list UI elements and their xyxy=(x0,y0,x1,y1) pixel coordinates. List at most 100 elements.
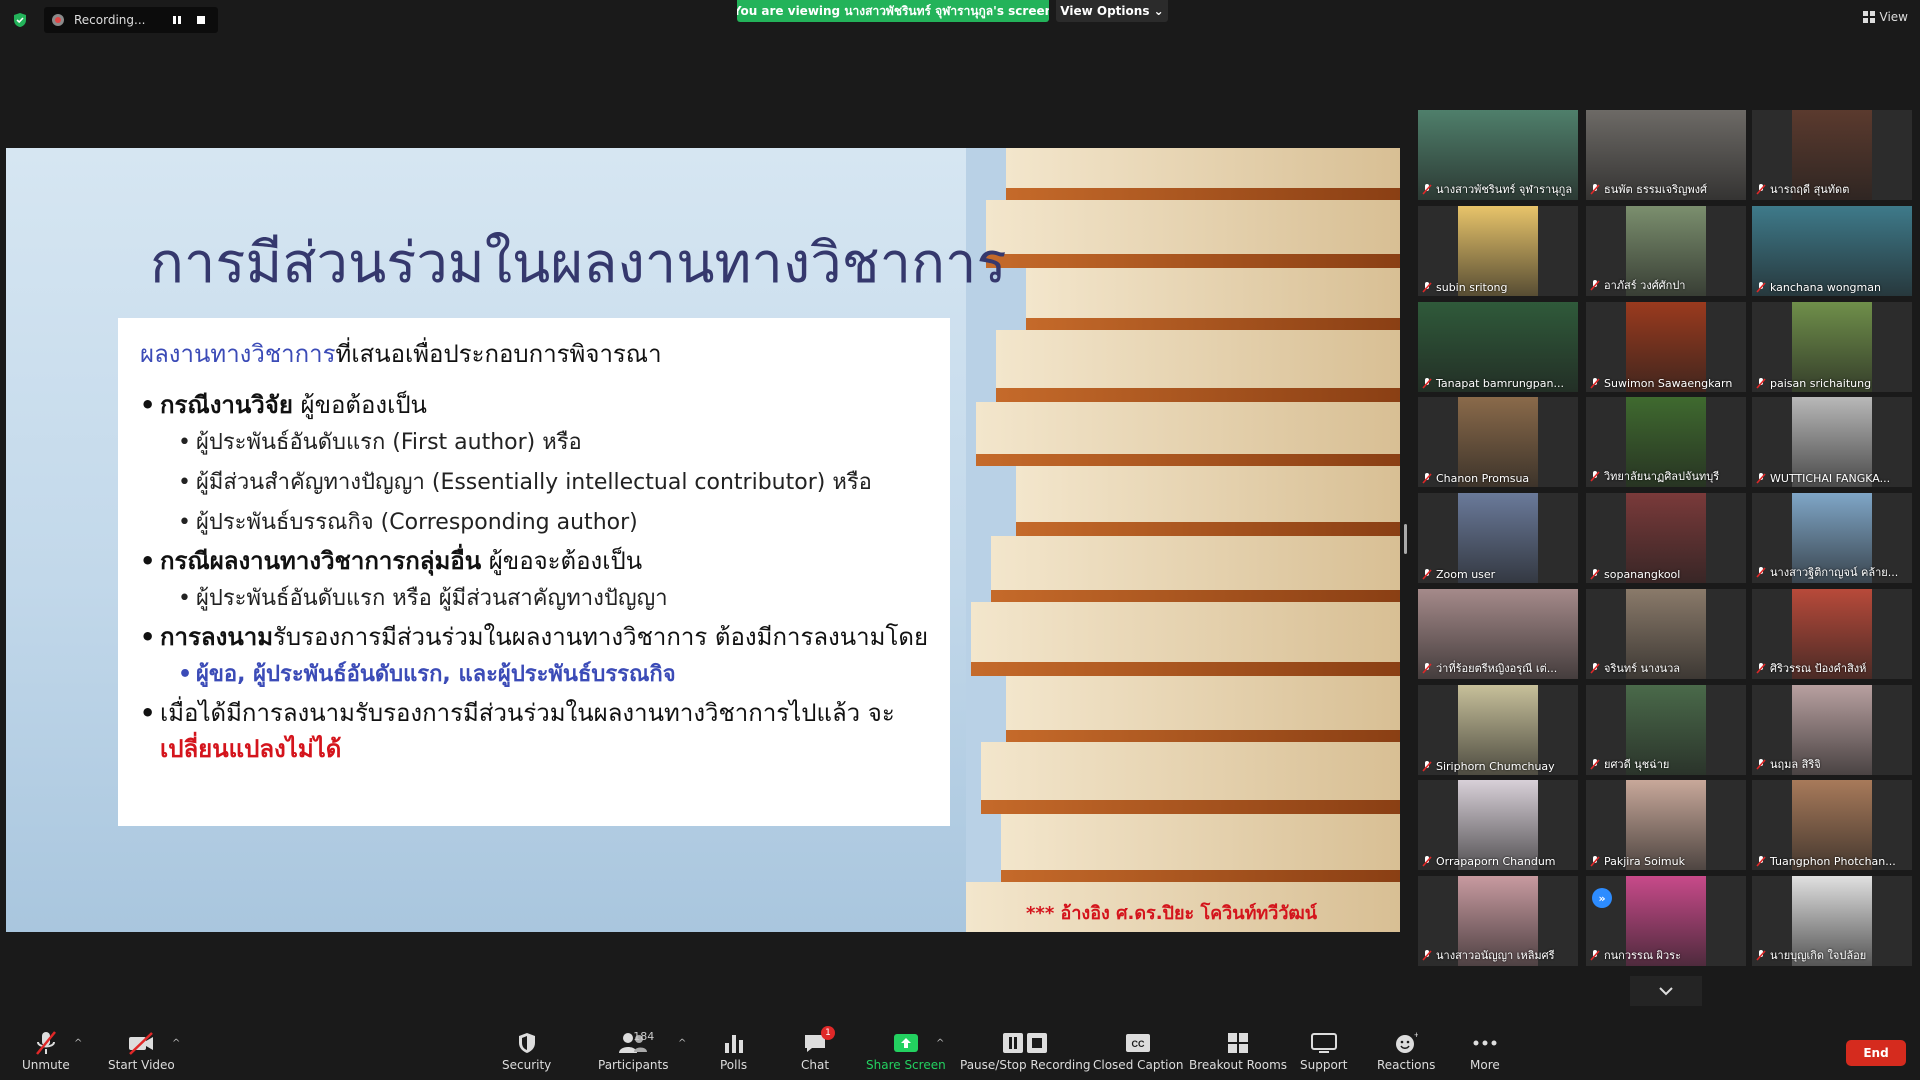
participant-name: paisan srichaitung xyxy=(1770,377,1872,390)
participant-tile[interactable]: จรินทร์ นางนวล xyxy=(1586,589,1746,679)
svg-text:+: + xyxy=(1414,1031,1418,1040)
participant-tile[interactable]: Tuangphon Photchan... xyxy=(1752,780,1912,870)
microphone-muted-icon xyxy=(1756,566,1766,578)
participant-name-label: Siriphorn Chumchuay xyxy=(1422,760,1574,773)
microphone-muted-icon xyxy=(1590,856,1600,867)
security-button[interactable]: Security xyxy=(502,1030,551,1072)
closed-caption-label: Closed Caption xyxy=(1093,1058,1184,1072)
support-button[interactable]: Support xyxy=(1300,1030,1347,1072)
microphone-muted-icon xyxy=(1422,569,1432,580)
meeting-toolbar: Unmute ^ Start Video ^ Security 184 Part… xyxy=(0,1016,1920,1080)
gallery-next-page-button[interactable] xyxy=(1630,976,1702,1006)
microphone-muted-icon xyxy=(1422,183,1432,195)
svg-text:CC: CC xyxy=(1132,1039,1145,1049)
participant-tile[interactable]: อาภัสร์ วงศ์ศักปา xyxy=(1586,206,1746,296)
microphone-muted-icon xyxy=(1756,473,1766,484)
participant-tile[interactable]: นางสาวฐิติกาญจน์ คล้าย... xyxy=(1752,493,1912,583)
participant-tile[interactable]: WUTTICHAI FANGKA... xyxy=(1752,397,1912,487)
participants-options-caret-icon[interactable]: ^ xyxy=(678,1038,686,1049)
recording-indicator: Recording... xyxy=(44,7,218,33)
participant-name: kanchana wongman xyxy=(1770,281,1881,294)
share-screen-button[interactable]: Share Screen xyxy=(866,1030,946,1072)
participant-tile[interactable]: ศิริวรรณ ป้องคำสิงห์ xyxy=(1752,589,1912,679)
participant-name: ศิริวรรณ ป้องคำสิงห์ xyxy=(1770,662,1867,675)
polls-label: Polls xyxy=(720,1058,748,1072)
slide-content-box: ผลงานทางวิชาการที่เสนอเพื่อประกอบการพิจา… xyxy=(118,318,950,826)
reactions-button[interactable]: + Reactions xyxy=(1377,1030,1435,1072)
participant-tile[interactable]: นารถฤดี สุนทัดต xyxy=(1752,110,1912,200)
end-meeting-button[interactable]: End xyxy=(1846,1040,1906,1066)
participant-name-label: อาภัสร์ วงศ์ศักปา xyxy=(1590,276,1742,294)
bullet-research-text: ผู้ขอต้องเป็น xyxy=(292,391,427,419)
share-options-caret-icon[interactable]: ^ xyxy=(936,1038,944,1049)
participant-name-label: นฤมล สิริจิ xyxy=(1756,755,1908,773)
participant-tile[interactable]: กนกวรรณ ผิวระ xyxy=(1586,876,1746,966)
microphone-muted-icon xyxy=(1422,761,1432,772)
unmute-button[interactable]: Unmute xyxy=(22,1030,70,1072)
microphone-muted-icon xyxy=(1756,378,1766,389)
video-off-icon xyxy=(129,1032,154,1055)
book-stack-image xyxy=(966,148,1400,932)
participant-tile[interactable]: Chanon Promsua xyxy=(1418,397,1578,487)
participant-tile[interactable]: ธนพัต ธรรมเจริญพงศ์ xyxy=(1586,110,1746,200)
participant-name: subin sritong xyxy=(1436,281,1508,294)
participant-name-label: ยศวดี นุชฉ่าย xyxy=(1590,755,1742,773)
closed-caption-button[interactable]: CC Closed Caption xyxy=(1093,1030,1183,1072)
viewing-screen-banner: You are viewing นางสาวพัชรินทร์ จุฬารานุ… xyxy=(737,0,1049,22)
participant-name: นายบุญเกิด ใจปล้อย xyxy=(1770,949,1867,962)
participant-tile[interactable]: นฤมล สิริจิ xyxy=(1752,685,1912,775)
breakout-rooms-button[interactable]: Breakout Rooms xyxy=(1189,1030,1287,1072)
microphone-muted-icon xyxy=(1590,662,1600,674)
pause-stop-recording-button[interactable]: Pause/Stop Recording xyxy=(960,1030,1090,1072)
participant-tile[interactable]: วิทยาลัยนาฏศิลปจันทบุรี xyxy=(1586,397,1746,487)
participant-name-label: Orrapaporn Chandum xyxy=(1422,855,1574,868)
participant-tile[interactable]: นางสาวอนัญญา เหลิมศรี xyxy=(1418,876,1578,966)
more-button[interactable]: More xyxy=(1470,1030,1500,1072)
participant-tile[interactable]: Orrapaporn Chandum xyxy=(1418,780,1578,870)
sub-bullet-intellectual-contributor: ผู้มีส่วนสำคัญทางปัญญา (Essentially inte… xyxy=(140,463,928,503)
view-options-button[interactable]: View Options ⌄ xyxy=(1056,0,1168,22)
recording-dot-icon xyxy=(52,14,64,26)
reactions-smiley-icon: + xyxy=(1396,1031,1418,1053)
start-video-button[interactable]: Start Video xyxy=(108,1030,175,1072)
participant-name: นางสาวฐิติกาญจน์ คล้าย... xyxy=(1770,566,1899,579)
stop-recording-icon[interactable] xyxy=(194,13,208,27)
video-options-caret-icon[interactable]: ^ xyxy=(172,1038,180,1049)
participant-name-label: นางสาวพัชรินทร์ จุฬารานุกูล xyxy=(1422,180,1574,198)
more-dots-icon xyxy=(1473,1040,1497,1046)
participant-tile[interactable]: นางสาวพัชรินทร์ จุฬารานุกูล xyxy=(1418,110,1578,200)
pause-recording-icon[interactable] xyxy=(170,13,184,27)
participants-button[interactable]: 184 Participants xyxy=(598,1030,669,1072)
chat-button[interactable]: 1 Chat xyxy=(801,1026,836,1072)
polls-button[interactable]: Polls xyxy=(720,1030,747,1072)
microphone-muted-icon xyxy=(1590,758,1600,770)
participant-name: Tuangphon Photchan... xyxy=(1770,855,1896,868)
split-resize-handle[interactable] xyxy=(1404,524,1407,554)
participant-tile[interactable]: paisan srichaitung xyxy=(1752,302,1912,392)
participant-name: ธนพัต ธรรมเจริญพงศ์ xyxy=(1604,183,1707,196)
participant-tile[interactable]: นายบุญเกิด ใจปล้อย xyxy=(1752,876,1912,966)
participant-name-label: Pakjira Soimuk xyxy=(1590,855,1742,868)
participant-name: นางสาวอนัญญา เหลิมศรี xyxy=(1436,949,1555,962)
participant-tile[interactable]: kanchana wongman xyxy=(1752,206,1912,296)
participant-name-label: subin sritong xyxy=(1422,281,1574,294)
participant-tile[interactable]: Zoom user xyxy=(1418,493,1578,583)
security-shield-icon xyxy=(518,1033,535,1053)
participant-tile[interactable]: ว่าที่ร้อยตรีหญิงอรุณี เต่... xyxy=(1418,589,1578,679)
participant-tile[interactable]: Pakjira Soimuk xyxy=(1586,780,1746,870)
participant-tile[interactable]: subin sritong xyxy=(1418,206,1578,296)
participant-name-label: นารถฤดี สุนทัดต xyxy=(1756,180,1908,198)
participant-tile[interactable]: sopanangkool xyxy=(1586,493,1746,583)
audio-options-caret-icon[interactable]: ^ xyxy=(74,1038,82,1049)
view-button[interactable]: View xyxy=(1862,10,1908,24)
participant-tile[interactable]: Tanapat bamrungpan... xyxy=(1418,302,1578,392)
microphone-muted-icon xyxy=(1590,183,1600,195)
participant-name: Siriphorn Chumchuay xyxy=(1436,760,1555,773)
bullet-research: กรณีงานวิจัย ผู้ขอต้องเป็น xyxy=(140,387,928,423)
participant-tile[interactable]: ยศวดี นุชฉ่าย xyxy=(1586,685,1746,775)
participant-tile[interactable]: Suwimon Sawaengkarn xyxy=(1586,302,1746,392)
encryption-shield-icon[interactable] xyxy=(12,12,28,28)
microphone-muted-icon xyxy=(1756,856,1766,867)
participant-tile[interactable]: Siriphorn Chumchuay xyxy=(1418,685,1578,775)
microphone-muted-icon xyxy=(1422,662,1432,674)
